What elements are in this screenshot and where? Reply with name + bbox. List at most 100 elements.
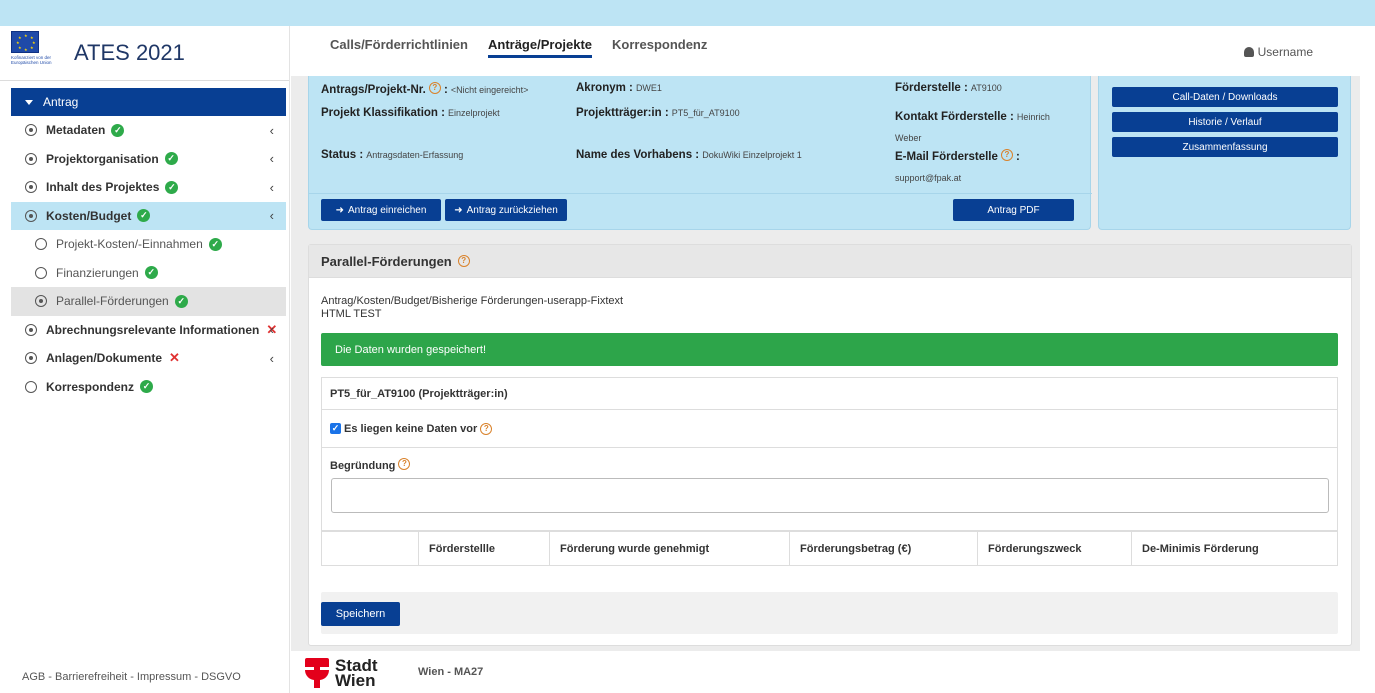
- radio-icon: [35, 266, 47, 279]
- tab-antraege[interactable]: Anträge/Projekte: [487, 37, 593, 58]
- vienna-shield-icon: [305, 658, 329, 688]
- sidebar-item-label: Finanzierungen: [56, 265, 139, 280]
- check-circle-icon: ✓: [174, 294, 188, 308]
- tab-korrespondenz[interactable]: Korrespondenz: [612, 37, 707, 58]
- foerderungen-table-header: Förderstellle Förderung wurde genehmigt …: [321, 531, 1338, 566]
- call-data-downloads-button[interactable]: Call-Daten / Downloads: [1112, 87, 1338, 107]
- user-icon: [1243, 47, 1254, 57]
- divider: [309, 193, 1092, 194]
- help-icon[interactable]: ?: [428, 82, 441, 94]
- sidebar-item-inhalt[interactable]: Inhalt des Projektes ✓ ‹: [11, 173, 286, 202]
- help-icon[interactable]: ?: [480, 422, 493, 435]
- radio-icon: [25, 152, 37, 165]
- footer-links[interactable]: AGB - Barrierefreiheit - Impressum - DSG…: [22, 671, 241, 683]
- check-circle-icon: ✓: [144, 266, 158, 280]
- no-data-checkbox-row: ✓ Es liegen keine Daten vor ?: [321, 410, 1338, 448]
- eu-caption: Kofinanziert von der Europäischen Union: [11, 55, 52, 65]
- eu-logo: ★ ★ ★ ★ ★ ★ ★ ★ Kofinanziert von der Europäi…: [11, 31, 65, 79]
- sidebar-item-parallel-foerderungen[interactable]: Parallel-Förderungen ✓: [11, 287, 286, 316]
- radio-icon: [25, 352, 37, 365]
- info-foerderstelle: Förderstelle : AT9100: [895, 82, 1002, 94]
- column-header: Förderungszweck: [977, 532, 1131, 565]
- application-info: Antrags/Projekt-Nr. ? : <Nicht eingereic…: [308, 76, 1092, 230]
- history-button[interactable]: Historie / Verlauf: [1112, 112, 1338, 132]
- chevron-left-icon: ‹: [269, 208, 274, 224]
- error-x-icon: ✕: [169, 350, 180, 366]
- save-button[interactable]: Speichern: [321, 602, 400, 626]
- withdraw-application-button[interactable]: ➜ Antrag zurückziehen: [445, 199, 567, 221]
- info-status: Status : Antragsdaten-Erfassung: [321, 149, 464, 161]
- brand-header: ★ ★ ★ ★ ★ ★ ★ ★ Kofinanziert von der Europäi…: [0, 26, 289, 81]
- sidebar: ★ ★ ★ ★ ★ ★ ★ ★ Kofinanziert von der Europäi…: [0, 26, 290, 693]
- main-tabs: Calls/Förderrichtlinien Anträge/Projekte…: [330, 37, 707, 58]
- no-data-checkbox[interactable]: ✓: [330, 423, 341, 434]
- info-klassifikation: Projekt Klassifikation : Einzelprojekt: [321, 107, 500, 119]
- sidebar-item-projekt-kosten[interactable]: Projekt-Kosten/-Einnahmen ✓: [11, 230, 286, 259]
- side-actions: Call-Daten / Downloads Historie / Verlau…: [1098, 76, 1351, 230]
- help-icon[interactable]: ?: [398, 458, 411, 470]
- column-header: Förderstellle: [418, 532, 549, 565]
- sidebar-item-label: Metadaten: [46, 123, 106, 138]
- begruendung-textarea[interactable]: [331, 478, 1329, 513]
- begruendung-section: Begründung ?: [321, 448, 1338, 531]
- sidebar-item-label: Projektorganisation: [46, 151, 159, 166]
- sidebar-item-label: Korrespondenz: [46, 379, 135, 394]
- sidebar-item-label: Parallel-Förderungen: [56, 294, 169, 309]
- sidebar-item-korrespondenz[interactable]: Korrespondenz ✓: [11, 373, 286, 402]
- panel-header: Parallel-Förderungen ?: [309, 245, 1351, 278]
- user-menu[interactable]: Username: [1243, 45, 1313, 59]
- radio-icon: [25, 181, 37, 194]
- check-circle-icon: ✓: [165, 180, 179, 194]
- info-projekttraeger: Projektträger:in : PT5_für_AT9100: [576, 107, 740, 119]
- check-circle-icon: ✓: [111, 123, 125, 137]
- arrow-right-icon: ➜: [454, 204, 463, 216]
- chevron-left-icon: ‹: [269, 350, 274, 366]
- sidebar-item-metadaten[interactable]: Metadaten ✓ ‹: [11, 116, 286, 145]
- success-alert: Die Daten wurden gespeichert!: [321, 333, 1338, 366]
- check-circle-icon: ✓: [208, 237, 222, 251]
- check-circle-icon: ✓: [137, 209, 151, 223]
- sidebar-item-label: Antrag: [43, 95, 79, 109]
- top-strip: [0, 0, 1375, 26]
- parallel-foerderungen-panel: Parallel-Förderungen ? Antrag/Kosten/Bud…: [308, 244, 1352, 646]
- sidebar-item-label: Anlagen/Dokumente: [46, 351, 163, 366]
- sidebar-item-label: Projekt-Kosten/-Einnahmen: [56, 237, 203, 252]
- no-data-label: Es liegen keine Daten vor: [344, 422, 478, 435]
- sidebar-nav: Antrag Metadaten ✓ ‹ Projektorganisation…: [11, 88, 286, 401]
- column-header: De-Minimis Förderung: [1131, 532, 1338, 565]
- check-circle-icon: ✓: [164, 152, 178, 166]
- radio-icon: [35, 238, 47, 251]
- sidebar-item-label: Abrechnungsrelevante Informationen: [46, 322, 260, 337]
- username: Username: [1257, 45, 1313, 59]
- sidebar-item-anlagen[interactable]: Anlagen/Dokumente ✕ ‹: [11, 344, 286, 373]
- info-akronym: Akronym : DWE1: [576, 82, 662, 94]
- tab-calls[interactable]: Calls/Förderrichtlinien: [330, 37, 468, 58]
- sidebar-item-kosten-budget[interactable]: Kosten/Budget ✓ ‹: [11, 201, 286, 230]
- info-antrag-nr: Antrags/Projekt-Nr. ? : <Nicht eingereic…: [321, 82, 529, 96]
- radio-icon: [25, 209, 37, 222]
- submit-application-button[interactable]: ➜ Antrag einreichen: [321, 199, 441, 221]
- form-footer: [321, 592, 1338, 634]
- app-title: ATES 2021: [74, 40, 185, 65]
- info-kontakt: Kontakt Förderstelle : Heinrich Weber: [895, 111, 1050, 143]
- ma27-label: Wien - MA27: [418, 666, 484, 678]
- radio-icon: [25, 124, 37, 137]
- application-pdf-button[interactable]: Antrag PDF: [953, 199, 1074, 221]
- info-email: E-Mail Förderstelle ? : support@fpak.at: [895, 149, 1020, 183]
- stadt-wien-logo: Stadt Wien: [305, 654, 378, 692]
- info-vorhaben: Name des Vorhabens : DokuWiki Einzelproj…: [576, 149, 802, 161]
- help-icon[interactable]: ?: [1000, 149, 1013, 161]
- radio-icon: [25, 323, 37, 336]
- column-header: Förderung wurde genehmigt: [549, 532, 789, 565]
- sidebar-item-label: Inhalt des Projektes: [46, 180, 160, 195]
- help-icon[interactable]: ?: [457, 255, 470, 267]
- column-header: Förderungsbetrag (€): [789, 532, 977, 565]
- sidebar-item-antrag[interactable]: Antrag: [11, 88, 286, 116]
- fixtext: Antrag/Kosten/Budget/Bisherige Förderung…: [321, 295, 624, 320]
- sidebar-item-abrechnung[interactable]: Abrechnungsrelevante Informationen ✕ ‹: [11, 316, 286, 345]
- sidebar-item-projektorganisation[interactable]: Projektorganisation ✓ ‹: [11, 145, 286, 174]
- projekttraeger-header: PT5_für_AT9100 (Projektträger:in): [321, 377, 1338, 410]
- summary-button[interactable]: Zusammenfassung: [1112, 137, 1338, 157]
- sidebar-item-finanzierungen[interactable]: Finanzierungen ✓: [11, 259, 286, 288]
- arrow-right-icon: ➜: [335, 204, 344, 216]
